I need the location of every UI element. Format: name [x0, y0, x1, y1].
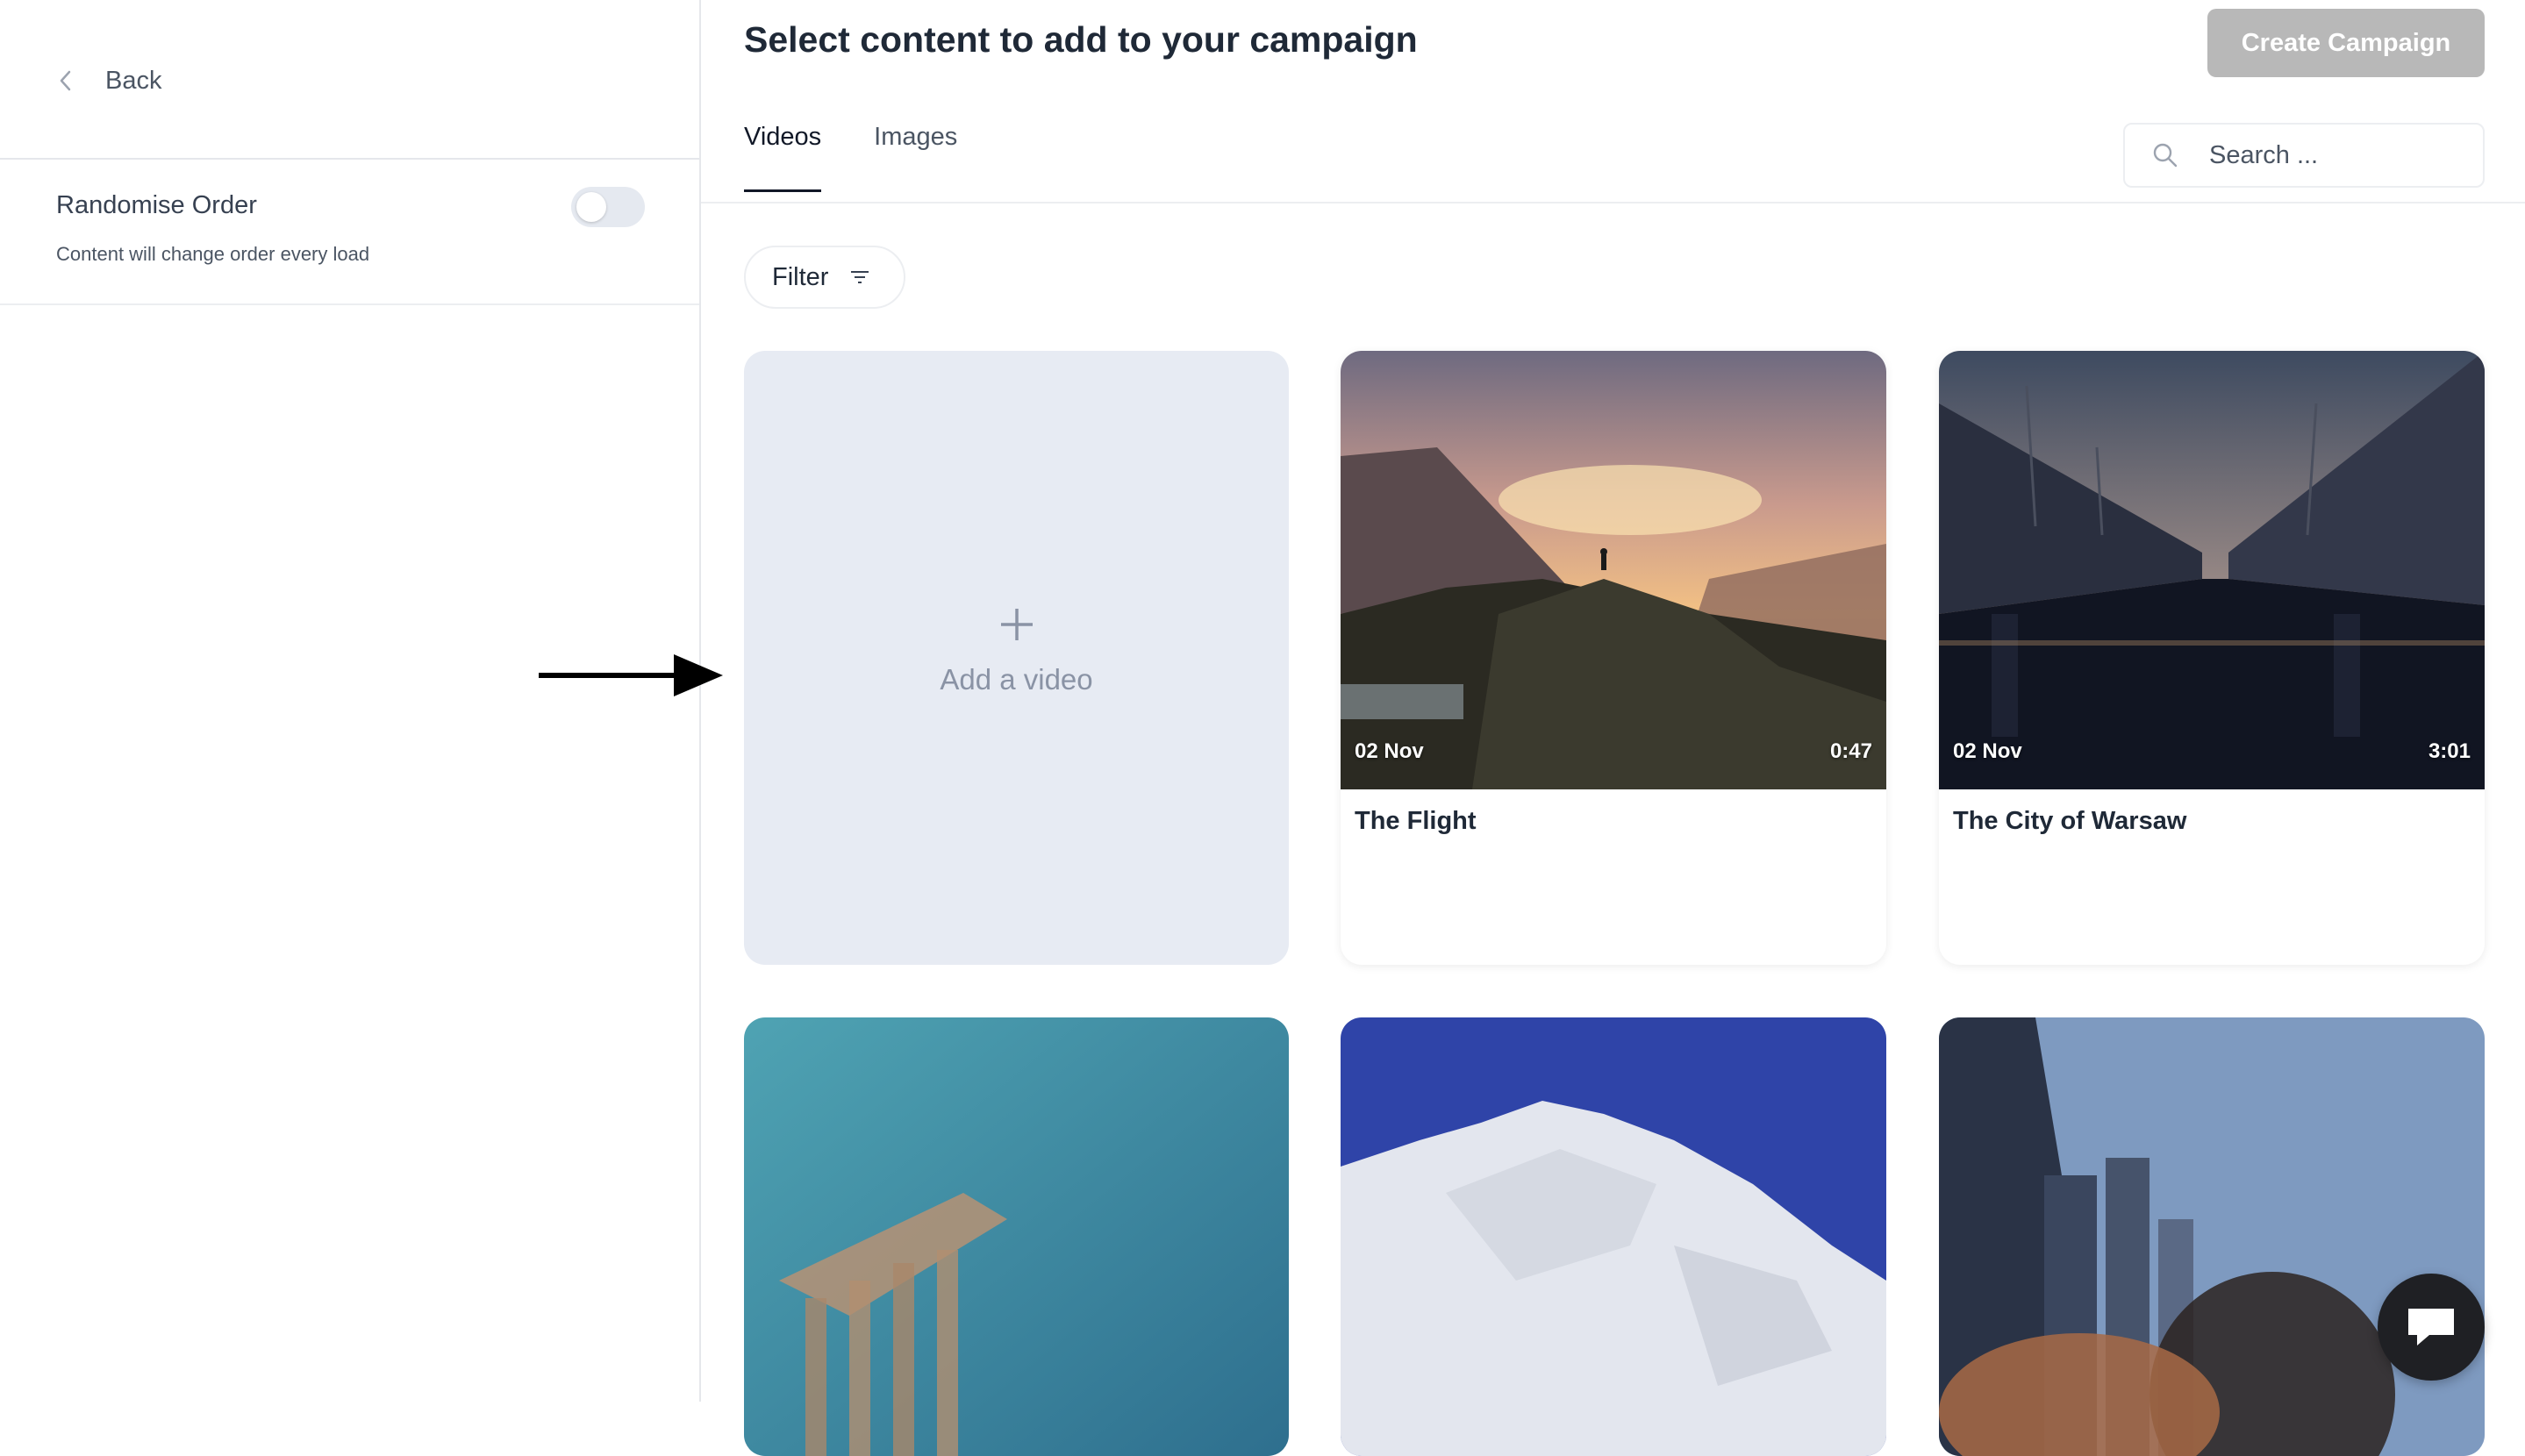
filter-button[interactable]: Filter [744, 246, 905, 309]
randomise-order-title: Randomise Order [56, 191, 257, 219]
video-card[interactable] [1939, 1017, 2485, 1456]
video-duration: 3:01 [2428, 739, 2471, 763]
search-box[interactable] [2123, 123, 2485, 188]
divider [0, 158, 699, 160]
video-thumbnail [1341, 1017, 1886, 1456]
add-video-label: Add a video [940, 663, 1093, 696]
video-card[interactable]: 02 Nov 3:01 The City of Warsaw [1939, 351, 2485, 965]
video-thumbnail [1341, 351, 1886, 789]
annotation-arrow-icon [539, 654, 723, 696]
chevron-left-icon [60, 70, 71, 91]
search-input[interactable] [2207, 139, 2474, 171]
filter-label: Filter [772, 262, 829, 291]
video-title: The Flight [1355, 807, 1477, 835]
video-card[interactable]: 02 Nov 0:47 The Flight [1341, 351, 1886, 965]
video-date: 02 Nov [1953, 739, 2022, 763]
add-video-content: Add a video [744, 605, 1289, 696]
content-tabs: Videos Images [744, 123, 957, 192]
video-card[interactable] [744, 1017, 1289, 1456]
divider [0, 303, 699, 305]
video-duration: 0:47 [1829, 739, 1872, 763]
toggle-knob [576, 192, 606, 222]
chat-button[interactable] [2378, 1274, 2485, 1381]
video-thumbnail [1939, 1017, 2485, 1456]
chat-icon [2408, 1309, 2454, 1345]
video-thumbnail [1939, 351, 2485, 789]
video-card[interactable] [1341, 1017, 1886, 1456]
create-campaign-button[interactable]: Create Campaign [2207, 9, 2485, 77]
search-icon [2153, 143, 2178, 168]
add-video-card[interactable]: Add a video [744, 351, 1289, 965]
video-thumbnail [744, 1017, 1289, 1456]
back-button[interactable]: Back [56, 65, 161, 96]
randomise-order-toggle[interactable] [571, 187, 645, 227]
plus-icon [1000, 609, 1033, 640]
video-date: 02 Nov [1355, 739, 1424, 763]
filter-icon [851, 271, 869, 283]
tabs-divider [701, 202, 2525, 203]
tab-videos[interactable]: Videos [744, 123, 822, 192]
page-title: Select content to add to your campaign [744, 19, 1418, 60]
video-title: The City of Warsaw [1953, 807, 2187, 835]
back-label: Back [105, 66, 162, 95]
randomise-order-description: Content will change order every load [56, 243, 370, 265]
tab-images[interactable]: Images [874, 123, 957, 192]
